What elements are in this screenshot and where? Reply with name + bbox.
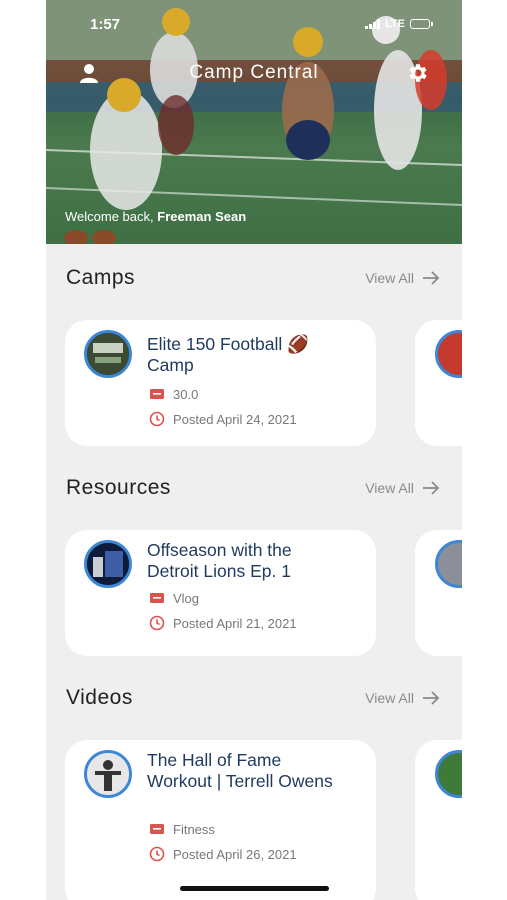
video-thumbnail <box>84 750 132 798</box>
next-camp-card[interactable] <box>415 320 462 446</box>
ticket-icon <box>150 389 164 399</box>
welcome-message: Welcome back, Freeman Sean <box>65 209 246 224</box>
status-indicators: LTE <box>365 18 433 30</box>
card-posted-date: Posted April 24, 2021 <box>149 411 297 427</box>
video-card[interactable]: The Hall of Fame Workout | Terrell Owens… <box>65 740 376 900</box>
ticket-icon <box>150 824 164 834</box>
card-category: Vlog <box>149 590 199 606</box>
app-title: Camp Central <box>189 62 319 83</box>
resource-thumbnail <box>84 540 132 588</box>
network-label: LTE <box>385 18 405 30</box>
app-header: Camp Central <box>46 58 462 88</box>
arrow-right-icon <box>423 271 440 285</box>
ticket-icon <box>150 593 164 603</box>
battery-icon <box>410 19 433 29</box>
card-title: Elite 150 Football 🏈 Camp <box>147 334 309 375</box>
camp-thumbnail <box>84 330 132 378</box>
videos-header: Videos View All <box>66 686 440 716</box>
category-label: Fitness <box>173 821 215 837</box>
posted-label: Posted April 24, 2021 <box>173 411 297 427</box>
app-screen: 1:57 LTE Camp Central Welcome back, Free… <box>46 0 462 900</box>
gear-icon[interactable] <box>406 61 430 85</box>
next-video-card[interactable] <box>415 740 462 900</box>
resources-view-all-button[interactable]: View All <box>365 480 440 496</box>
view-all-label: View All <box>365 270 414 286</box>
camps-view-all-button[interactable]: View All <box>365 270 440 286</box>
resource-card[interactable]: Offseason with the Detroit Lions Ep. 1 V… <box>65 530 376 656</box>
card-posted-date: Posted April 26, 2021 <box>149 846 297 862</box>
resource-thumbnail <box>435 540 462 588</box>
next-resource-card[interactable] <box>415 530 462 656</box>
camp-thumbnail <box>435 330 462 378</box>
category-label: 30.0 <box>173 386 199 402</box>
signal-icon <box>365 19 381 29</box>
view-all-label: View All <box>365 480 414 496</box>
status-bar: 1:57 LTE <box>46 12 462 36</box>
clock-icon <box>149 615 165 631</box>
videos-view-all-button[interactable]: View All <box>365 690 440 706</box>
card-category: 30.0 <box>149 386 198 402</box>
hero-banner: 1:57 LTE Camp Central Welcome back, Free… <box>46 0 462 244</box>
video-thumbnail <box>435 750 462 798</box>
status-time: 1:57 <box>90 16 121 33</box>
arrow-right-icon <box>423 691 440 705</box>
user-name: Freeman Sean <box>157 209 247 224</box>
card-category: Fitness <box>149 821 215 837</box>
clock-icon <box>149 411 165 427</box>
arrow-right-icon <box>423 481 440 495</box>
posted-label: Posted April 26, 2021 <box>173 846 297 862</box>
camps-header: Camps View All <box>66 266 440 296</box>
card-title: Offseason with the Detroit Lions Ep. 1 <box>147 540 292 581</box>
welcome-prefix: Welcome back, <box>65 209 154 224</box>
resources-header: Resources View All <box>66 476 440 506</box>
hero-photo <box>46 0 462 244</box>
section-title: Camps <box>66 266 136 289</box>
view-all-label: View All <box>365 690 414 706</box>
camp-card[interactable]: Elite 150 Football 🏈 Camp 30.0 Posted Ap… <box>65 320 376 446</box>
posted-label: Posted April 21, 2021 <box>173 615 297 631</box>
category-label: Vlog <box>173 590 200 606</box>
home-indicator[interactable] <box>180 886 329 891</box>
section-title: Resources <box>66 476 171 499</box>
clock-icon <box>149 846 165 862</box>
section-title: Videos <box>66 686 133 709</box>
card-posted-date: Posted April 21, 2021 <box>149 615 297 631</box>
card-title: The Hall of Fame Workout | Terrell Owens <box>147 750 333 791</box>
